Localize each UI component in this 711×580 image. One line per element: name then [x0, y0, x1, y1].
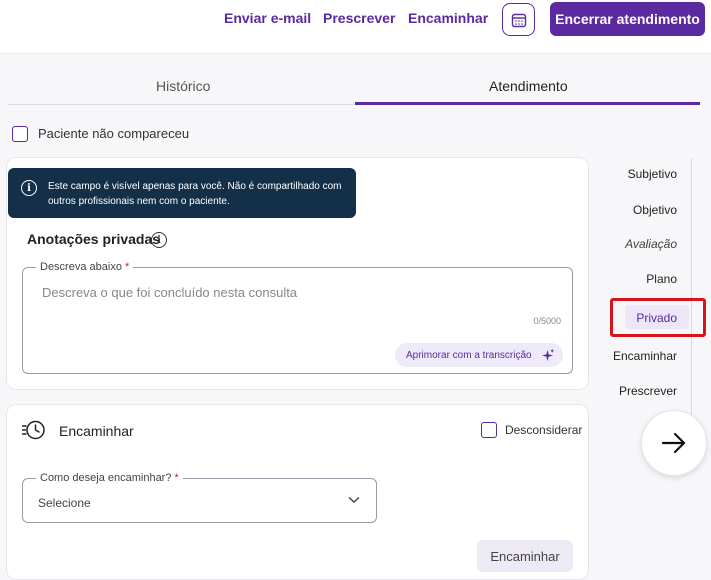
disregard-label: Desconsiderar	[505, 423, 583, 437]
side-nav-track	[691, 158, 692, 420]
improve-with-transcription-button[interactable]: Aprimorar com a transcrição	[395, 343, 563, 367]
side-nav-objetivo[interactable]: Objetivo	[633, 203, 677, 217]
sparkles-icon	[541, 348, 554, 361]
private-notes-field[interactable]: Descreva abaixo * Descreva o que foi con…	[22, 261, 573, 374]
calendar-icon	[511, 13, 526, 27]
private-notes-placeholder: Descreva o que foi concluído nesta consu…	[42, 285, 298, 300]
referral-select-value: Selecione	[38, 496, 91, 510]
history-icon	[22, 420, 45, 440]
info-icon: i	[21, 180, 37, 196]
side-nav-avaliacao[interactable]: Avaliação	[625, 237, 677, 251]
info-icon[interactable]: i	[151, 232, 167, 248]
arrow-right-icon	[661, 432, 686, 454]
side-nav-plano[interactable]: Plano	[646, 272, 677, 286]
chevron-down-icon	[348, 496, 360, 503]
patient-absent-label: Paciente não compareceu	[38, 126, 190, 141]
refer-link[interactable]: Encaminhar	[408, 10, 488, 26]
next-button[interactable]	[641, 410, 707, 476]
referral-select-label: Como deseja encaminhar? *	[36, 472, 183, 484]
char-counter: 0/5000	[533, 316, 561, 326]
tab-divider	[8, 104, 355, 105]
private-notes-field-label: Descreva abaixo *	[36, 261, 134, 273]
calendar-button[interactable]	[502, 3, 535, 36]
prescribe-link[interactable]: Prescrever	[323, 10, 395, 26]
tooltip-text: Este campo é visível apenas para você. N…	[48, 181, 342, 207]
tab-active-indicator	[355, 102, 700, 105]
tab-historico[interactable]: Histórico	[156, 78, 210, 94]
highlight-frame	[610, 298, 706, 337]
side-nav-subjetivo[interactable]: Subjetivo	[628, 167, 677, 181]
tab-atendimento[interactable]: Atendimento	[489, 78, 568, 94]
send-email-link[interactable]: Enviar e-mail	[224, 10, 311, 26]
disregard-checkbox[interactable]	[481, 422, 497, 438]
refer-button[interactable]: Encaminhar	[477, 540, 573, 572]
side-nav-prescrever[interactable]: Prescrever	[619, 384, 677, 398]
private-notes-title: Anotações privadas	[27, 231, 161, 247]
referral-title: Encaminhar	[59, 423, 134, 439]
referral-select[interactable]: Como deseja encaminhar? * Selecione	[22, 472, 377, 523]
end-appointment-button[interactable]: Encerrar atendimento	[550, 2, 705, 36]
private-tooltip: i Este campo é visível apenas para você.…	[8, 168, 356, 218]
top-bar: Enviar e-mail Prescrever Encaminhar Ence…	[0, 0, 711, 54]
patient-absent-checkbox[interactable]	[12, 126, 28, 142]
side-nav-encaminhar[interactable]: Encaminhar	[613, 349, 677, 363]
